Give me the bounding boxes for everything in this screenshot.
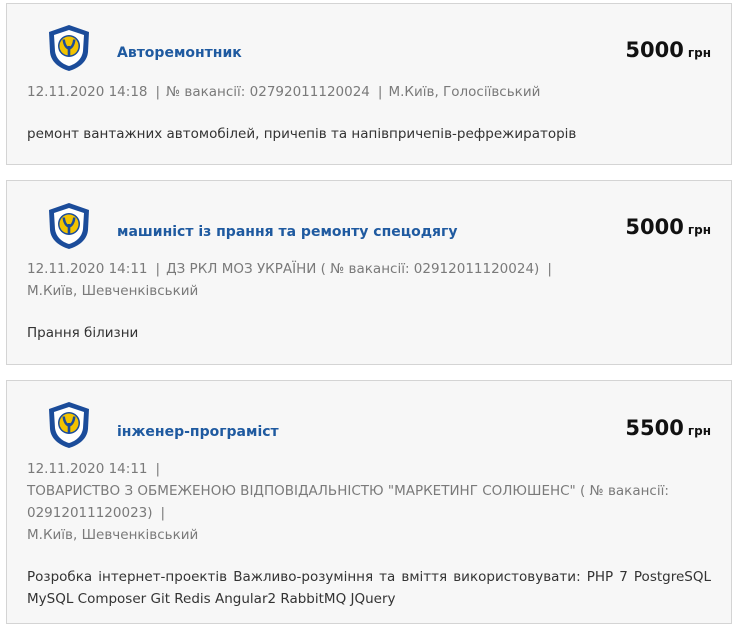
meta-separator: | — [155, 261, 161, 277]
vacancy-meta: 12.11.2020 14:11 | ДЗ РКЛ МОЗ УКРАЇНИ ( № … — [27, 258, 711, 302]
salary-amount: 5500 — [625, 416, 684, 440]
vacancy-location: М.Київ, Шевченківський — [27, 527, 199, 543]
vacancy-location: М.Київ, Голосіївський — [388, 84, 541, 100]
vacancy-title-link[interactable]: інженер-програміст — [117, 424, 279, 440]
meta-separator: | — [377, 84, 383, 100]
salary-currency: грн — [687, 46, 711, 60]
meta-separator: | — [160, 505, 166, 521]
meta-separator: | — [155, 84, 161, 100]
vacancy-number: № вакансії: 02792011120024 — [166, 84, 370, 100]
vacancy-meta: 12.11.2020 14:18 | № вакансії: 02792011120… — [27, 81, 711, 103]
employment-service-shield-icon — [49, 25, 89, 71]
vacancy-title-link[interactable]: машиніст із прання та ремонту спецодягу — [117, 224, 457, 240]
vacancy-date: 12.11.2020 14:18 — [27, 84, 148, 100]
vacancy-date: 12.11.2020 14:11 — [27, 261, 148, 277]
meta-separator: | — [155, 461, 161, 477]
employment-service-shield-icon — [49, 203, 89, 249]
meta-separator: | — [547, 261, 552, 277]
salary-currency: грн — [687, 424, 711, 438]
vacancy-location: М.Київ, Шевченківський — [27, 283, 199, 299]
salary: 5000 грн — [625, 215, 711, 239]
vacancy-card[interactable]: Авторемонтник 5000 грн 12.11.2020 14:18 | №… — [6, 3, 732, 165]
salary: 5000 грн — [625, 38, 711, 62]
salary-amount: 5000 — [625, 215, 684, 239]
vacancy-card[interactable]: інженер-програміст 5500 грн 12.11.2020 14… — [6, 380, 732, 624]
vacancy-description: Прання білизни — [27, 325, 139, 341]
salary-currency: грн — [687, 223, 711, 237]
vacancy-employer: ДЗ РКЛ МОЗ УКРАЇНИ ( № вакансії: 0291201… — [166, 261, 540, 277]
salary-amount: 5000 — [625, 38, 684, 62]
vacancy-title-link[interactable]: Авторемонтник — [117, 45, 242, 61]
vacancy-employer: ТОВАРИСТВО З ОБМЕЖЕНОЮ ВІДПОВІДАЛЬНІСТЮ … — [27, 483, 669, 521]
employment-service-shield-icon — [49, 402, 89, 448]
vacancy-meta: 12.11.2020 14:11 | ТОВАРИСТВО З ОБМЕЖЕНОЮ … — [27, 458, 711, 546]
salary: 5500 грн — [625, 416, 711, 440]
vacancy-description: Розробка інтернет-проектів Важливо-розум… — [27, 569, 711, 607]
vacancy-description: ремонт вантажних автомобілей, причепів т… — [27, 126, 577, 142]
vacancy-card[interactable]: машиніст із прання та ремонту спецодягу … — [6, 180, 732, 365]
vacancy-date: 12.11.2020 14:11 — [27, 461, 148, 477]
